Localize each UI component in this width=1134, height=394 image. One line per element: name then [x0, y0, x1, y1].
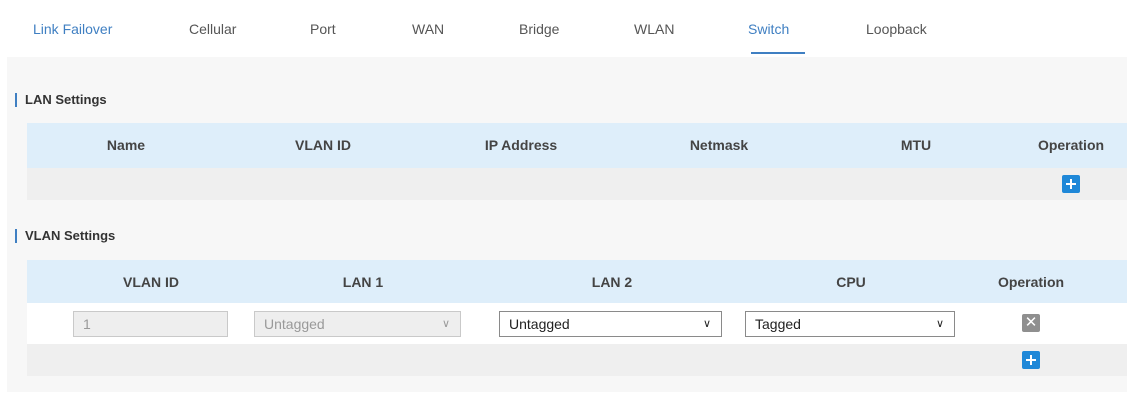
close-icon: ✕: [1024, 314, 1038, 331]
tab-cellular[interactable]: Cellular: [189, 21, 236, 37]
chevron-down-icon: ∨: [935, 318, 944, 330]
vlan-col-cpu: CPU: [836, 274, 866, 290]
vlan-table-header: VLAN ID LAN 1 LAN 2 CPU Operation: [27, 260, 1127, 303]
lan-col-operation: Operation: [1037, 137, 1105, 153]
lan-col-mtu: MTU: [900, 137, 932, 153]
lan1-select: Untagged ∨: [254, 311, 461, 337]
vlan-col-operation: Operation: [997, 274, 1065, 290]
chevron-down-icon: ∨: [441, 318, 450, 330]
lan-table-add-row: [27, 168, 1127, 200]
lan-add-button[interactable]: [1062, 175, 1080, 193]
vlan-delete-button[interactable]: ✕: [1022, 314, 1040, 332]
tab-bridge[interactable]: Bridge: [519, 21, 559, 37]
vlan-add-button[interactable]: [1022, 351, 1040, 369]
lan-col-netmask: Netmask: [689, 137, 749, 153]
lan-settings-title: LAN Settings: [15, 93, 107, 107]
cpu-select[interactable]: Tagged ∨: [745, 311, 955, 337]
tab-wan[interactable]: WAN: [412, 21, 444, 37]
tab-wlan[interactable]: WLAN: [634, 21, 674, 37]
table-row: 1 Untagged ∨ Untagged ∨ Tagged ∨ ✕: [27, 303, 1127, 344]
lan2-select[interactable]: Untagged ∨: [499, 311, 722, 337]
vlan-settings-title: VLAN Settings: [15, 229, 115, 243]
vlan-table-add-row: [27, 344, 1127, 376]
lan-col-name: Name: [106, 137, 146, 153]
active-tab-indicator: [751, 52, 805, 54]
tab-port[interactable]: Port: [310, 21, 336, 37]
tab-switch[interactable]: Switch: [748, 21, 789, 37]
tab-link-failover[interactable]: Link Failover: [33, 21, 112, 37]
vlan-col-vlan-id: VLAN ID: [123, 274, 179, 290]
lan-table-header: Name VLAN ID IP Address Netmask MTU Oper…: [27, 123, 1127, 168]
vlan-col-lan1: LAN 1: [342, 274, 384, 290]
chevron-down-icon: ∨: [702, 318, 711, 330]
lan-col-vlan-id: VLAN ID: [295, 137, 351, 153]
tab-bar: Link Failover Cellular Port WAN Bridge W…: [7, 0, 1127, 57]
vlan-id-input: 1: [73, 311, 228, 337]
tab-loopback[interactable]: Loopback: [866, 21, 927, 37]
vlan-col-lan2: LAN 2: [591, 274, 633, 290]
lan-col-ip-address: IP Address: [484, 137, 558, 153]
